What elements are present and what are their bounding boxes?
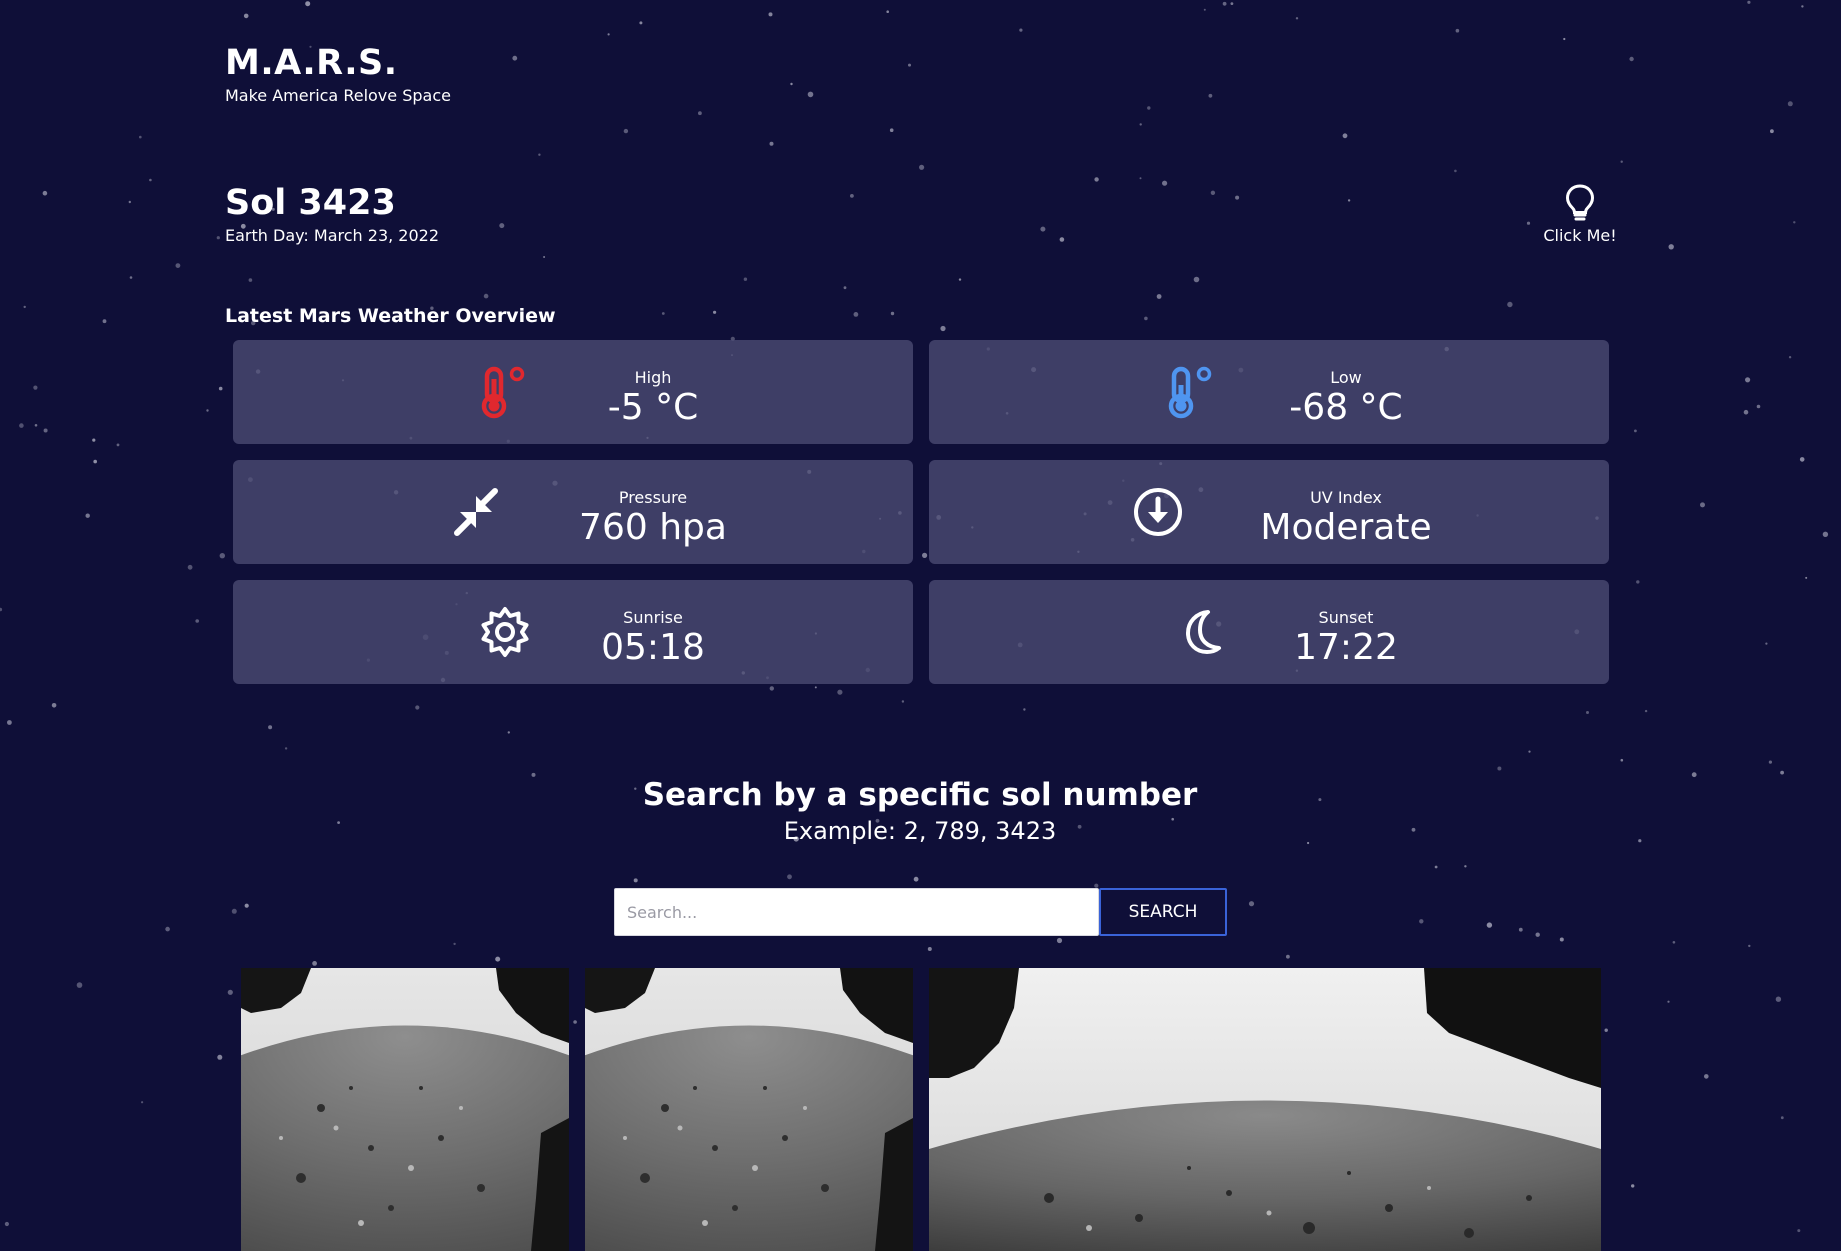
weather-card-sunrise: Sunrise 05:18 [233,580,913,684]
brand: M.A.R.S. Make America Relove Space [225,42,451,105]
search-example: Example: 2, 789, 3423 [783,817,1057,845]
search-button[interactable]: SEARCH [1099,888,1227,936]
sunset-label: Sunset [1318,608,1374,627]
uv-index-label: UV Index [1310,488,1382,507]
lightbulb-icon [1565,184,1595,221]
sol-title: Sol 3423 [225,183,396,223]
search-title: Search by a specific sol number [642,777,1198,813]
weather-card-sunset: Sunset 17:22 [929,580,1609,684]
search-heading: Search by a specific sol number Example:… [570,775,1270,845]
thermometer-icon [1168,366,1212,419]
earth-day: Earth Day: March 23, 2022 [225,226,440,245]
arrow-circle-down-icon [1134,488,1182,536]
weather-card-low: Low -68 °C [929,340,1609,444]
sunset-value: 17:22 [1294,627,1398,668]
uv-index-value: Moderate [1260,507,1432,548]
weather-card-pressure: Pressure 760 hpa [233,460,913,564]
weather-card-high: High -5 °C [233,340,913,444]
brand-title: M.A.R.S. [225,43,398,83]
click-me-label: Click Me! [1543,226,1617,245]
high-value: -5 °C [607,387,699,428]
pressure-value: 760 hpa [579,507,727,548]
overview-title: Latest Mars Weather Overview [225,305,556,327]
low-value: -68 °C [1289,387,1403,428]
thermometer-icon [481,366,525,419]
rover-photo[interactable] [241,968,569,1251]
high-label: High [634,368,672,387]
compress-arrows-icon [454,488,498,536]
weather-card-uv-index: UV Index Moderate [929,460,1609,564]
click-me-button[interactable]: Click Me! [1532,184,1628,245]
low-label: Low [1330,368,1362,387]
brand-subtitle: Make America Relove Space [225,86,451,105]
sol-header: Sol 3423 Earth Day: March 23, 2022 [225,182,439,245]
search-input[interactable] [614,888,1099,936]
sunrise-value: 05:18 [601,627,705,668]
rover-photo[interactable] [585,968,913,1251]
pressure-label: Pressure [618,488,688,507]
rover-photo[interactable] [929,968,1601,1251]
sunrise-label: Sunrise [623,608,683,627]
